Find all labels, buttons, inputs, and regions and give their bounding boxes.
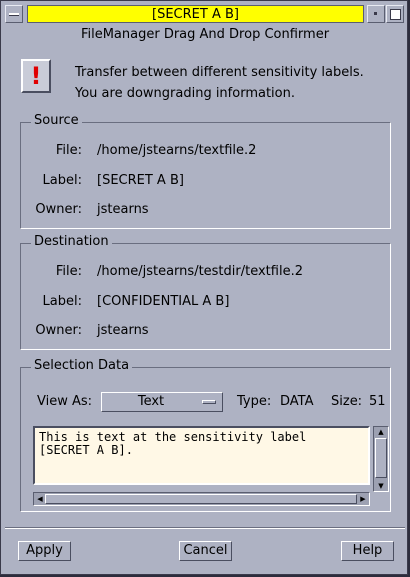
selection-text-area[interactable]: This is text at the sensitivity label [S…	[33, 426, 370, 485]
source-heading: Source	[31, 113, 82, 128]
destination-owner-label: Owner:	[35, 323, 82, 338]
source-group: Source File: /home/jstearns/textfile.2 L…	[20, 113, 391, 229]
minimize-icon	[374, 12, 377, 15]
destination-file-label: File:	[55, 264, 82, 279]
title-bar: [SECRET A B]	[3, 3, 407, 27]
maximize-button[interactable]	[386, 5, 404, 23]
button-separator	[5, 527, 405, 529]
option-menu-icon	[202, 400, 216, 404]
destination-label-value: [CONFIDENTIAL A B]	[97, 294, 230, 309]
destination-owner-value: jstearns	[97, 323, 149, 338]
destination-group: Destination File: /home/jstearns/testdir…	[20, 234, 391, 350]
vertical-scroll-thumb[interactable]	[375, 438, 387, 478]
size-value: 51	[369, 394, 386, 409]
type-label: Type:	[237, 394, 272, 409]
source-file-value: /home/jstearns/textfile.2	[97, 143, 257, 158]
window-title: [SECRET A B]	[27, 5, 364, 23]
message-line-1: Transfer between different sensitivity l…	[75, 65, 364, 80]
scroll-up-icon[interactable]: ▲	[375, 427, 387, 437]
source-owner-value: jstearns	[97, 202, 149, 217]
vertical-scrollbar[interactable]: ▲ ▼	[373, 426, 389, 492]
selection-heading: Selection Data	[31, 358, 133, 373]
view-as-label: View As:	[37, 394, 93, 409]
selection-data-group: Selection Data View As: Text Type: DATA …	[20, 358, 391, 512]
source-owner-label: Owner:	[35, 202, 82, 217]
horizontal-scrollbar[interactable]: ◀ ▶	[33, 492, 370, 506]
source-label-label: Label:	[42, 173, 82, 188]
window-menu-icon	[9, 13, 19, 16]
exclamation-icon: !	[21, 59, 51, 93]
destination-file-value: /home/jstearns/testdir/textfile.2	[97, 264, 303, 279]
apply-button[interactable]: Apply	[18, 541, 71, 561]
source-label-value: [SECRET A B]	[97, 173, 184, 188]
horizontal-scroll-thumb[interactable]	[45, 494, 357, 504]
size-label: Size:	[331, 394, 363, 409]
dialog-subtitle: FileManager Drag And Drop Confirmer	[80, 27, 330, 42]
type-value: DATA	[280, 394, 314, 409]
scroll-right-icon[interactable]: ▶	[357, 493, 369, 505]
help-button[interactable]: Help	[341, 541, 394, 561]
view-as-value: Text	[137, 394, 165, 409]
minimize-button[interactable]	[367, 5, 385, 23]
maximize-icon	[390, 9, 401, 20]
view-as-dropdown[interactable]: Text	[101, 392, 223, 412]
source-file-label: File:	[55, 143, 82, 158]
cancel-button[interactable]: Cancel	[179, 541, 232, 561]
destination-heading: Destination	[31, 234, 112, 249]
confirmer-window: [SECRET A B] FileManager Drag And Drop C…	[0, 0, 408, 575]
message-line-2: You are downgrading information.	[75, 86, 295, 101]
window-menu-button[interactable]	[5, 5, 23, 23]
scroll-down-icon[interactable]: ▼	[375, 481, 387, 491]
destination-label-label: Label:	[42, 294, 82, 309]
